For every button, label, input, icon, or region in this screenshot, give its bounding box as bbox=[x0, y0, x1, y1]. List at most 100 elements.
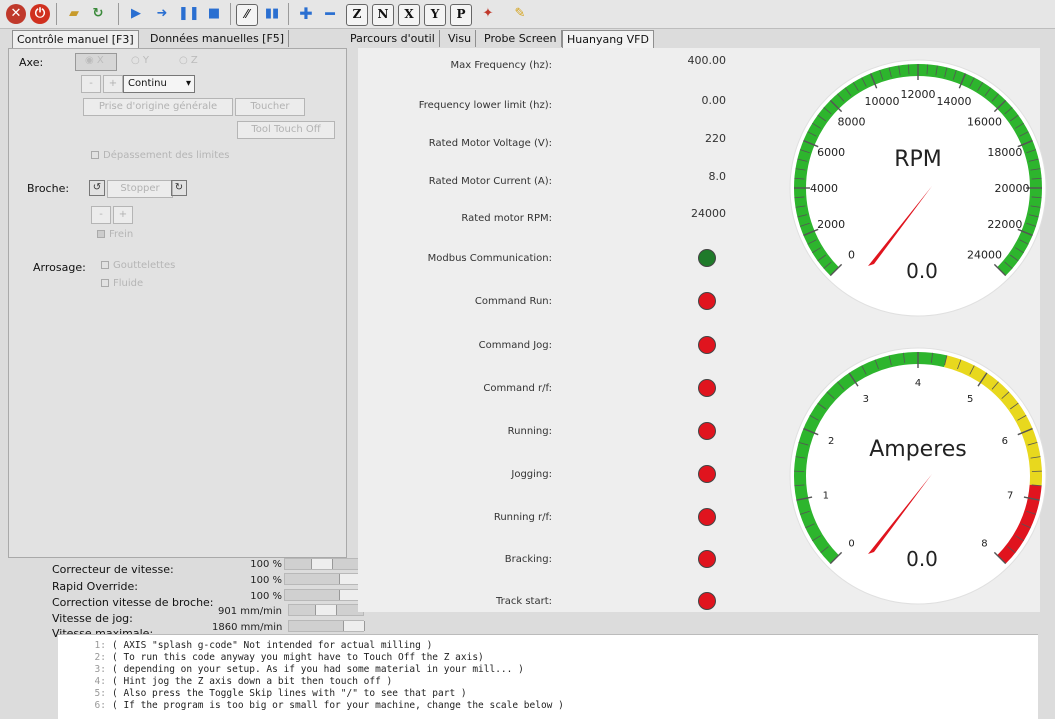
gauge-tick-label: 0 bbox=[848, 538, 854, 549]
gauge-tick-label: 22000 bbox=[987, 218, 1022, 231]
reload-icon[interactable]: ↻ bbox=[88, 4, 108, 24]
coolant-label: Arrosage: bbox=[33, 261, 86, 274]
gauge-title: Amperes bbox=[869, 437, 967, 462]
vfd-param-label: Rated motor RPM: bbox=[292, 213, 552, 224]
gauge-title: RPM bbox=[894, 147, 942, 172]
gauge-tick-label: 7 bbox=[1007, 490, 1013, 501]
gcode-line-number: 6: bbox=[88, 700, 106, 711]
zoom-out-icon[interactable]: ━ bbox=[320, 4, 340, 24]
spindle-stop-button[interactable]: Stopper bbox=[107, 180, 173, 198]
open-folder-icon[interactable]: ▰ bbox=[64, 4, 84, 24]
tab-manual-control[interactable]: Contrôle manuel [F3] bbox=[12, 30, 139, 48]
vfd-status-label: Command r/f: bbox=[292, 383, 552, 394]
run-icon[interactable]: ▶ bbox=[126, 4, 146, 24]
gcode-line[interactable]: 1: ( AXIS "splash g-code" Not intended fo… bbox=[88, 640, 432, 651]
gcode-line-text: ( Hint jog the Z axis down a bit then to… bbox=[112, 676, 392, 687]
vfd-status-led bbox=[698, 379, 716, 397]
rapid-override-value: 100 % bbox=[212, 575, 282, 586]
vfd-param-value: 24000 bbox=[666, 207, 726, 220]
vfd-status-led bbox=[698, 336, 716, 354]
max-velocity-slider[interactable] bbox=[288, 620, 364, 632]
gcode-line-number: 4: bbox=[88, 676, 106, 687]
axis-y-radio[interactable]: ○ Y bbox=[131, 55, 149, 66]
view-y-icon[interactable]: Y bbox=[424, 4, 446, 26]
spindle-ccw-icon[interactable]: ↺ bbox=[89, 180, 105, 196]
estop-icon[interactable]: ⏻ bbox=[30, 4, 50, 24]
gcode-line[interactable]: 4: ( Hint jog the Z axis down a bit then … bbox=[88, 676, 392, 687]
gcode-listing[interactable]: 1: ( AXIS "splash g-code" Not intended fo… bbox=[58, 634, 1038, 719]
tab-huanyang-vfd[interactable]: Huanyang VFD bbox=[562, 30, 654, 48]
spindle-slower-button[interactable]: - bbox=[91, 206, 111, 224]
jog-plus-button[interactable]: + bbox=[103, 75, 123, 93]
jog-minus-button[interactable]: - bbox=[81, 75, 101, 93]
pause-icon[interactable]: ❚❚ bbox=[178, 4, 198, 24]
gauge-tick-label: 18000 bbox=[987, 146, 1022, 159]
gauge-tick-label: 4000 bbox=[810, 182, 838, 195]
rapid-override-label: Rapid Override: bbox=[52, 580, 138, 593]
zoom-in-icon[interactable]: ✚ bbox=[296, 4, 316, 24]
gauge-tick-label: 2 bbox=[828, 436, 834, 447]
jog-mode-select[interactable]: Continu▾ bbox=[123, 75, 195, 93]
axis-z-radio[interactable]: ○ Z bbox=[179, 55, 198, 66]
gcode-line[interactable]: 3:( depending on your setup. As if you h… bbox=[88, 664, 524, 675]
max-velocity-value: 1860 mm/min bbox=[212, 622, 282, 633]
gauge-tick-label: 12000 bbox=[901, 88, 936, 101]
vfd-status-led bbox=[698, 249, 716, 267]
gauge-tick-label: 24000 bbox=[967, 248, 1002, 261]
gcode-line-text: ( To run this code anyway you might have… bbox=[112, 652, 484, 663]
vfd-status-led bbox=[698, 422, 716, 440]
view-x-icon[interactable]: X bbox=[398, 4, 420, 26]
gauge-tick-label: 8000 bbox=[838, 116, 866, 129]
rotate-view-icon[interactable]: ✦ bbox=[478, 4, 498, 24]
gauge-readout: 0.0 bbox=[906, 547, 938, 571]
block-delete-icon[interactable]: ⁄⁄ bbox=[236, 4, 258, 26]
vfd-status-label: Running r/f: bbox=[292, 512, 552, 523]
vfd-status-label: Track start: bbox=[292, 596, 552, 607]
tab-visu[interactable]: Visu bbox=[444, 30, 476, 47]
gcode-line-text: ( Also press the Toggle Skip lines with … bbox=[112, 688, 467, 699]
vfd-param-value: 0.00 bbox=[666, 94, 726, 107]
home-all-button[interactable]: Prise d'origine générale bbox=[83, 98, 233, 116]
step-icon[interactable]: ➜ bbox=[152, 4, 172, 24]
vfd-param-value: 220 bbox=[666, 132, 726, 145]
override-limits-checkbox[interactable]: Dépassement des limites bbox=[91, 150, 229, 161]
gcode-line[interactable]: 6:( If the program is too big or small f… bbox=[88, 700, 564, 711]
brake-checkbox[interactable]: Frein bbox=[97, 229, 133, 240]
view-z-icon[interactable]: Z bbox=[346, 4, 368, 26]
gauge-tick-label: 14000 bbox=[936, 95, 971, 108]
spindle-faster-button[interactable]: + bbox=[113, 206, 133, 224]
vfd-param-label: Rated Motor Current (A): bbox=[292, 176, 552, 187]
gcode-line[interactable]: 5:( Also press the Toggle Skip lines wit… bbox=[88, 688, 467, 699]
tab-probe-screen[interactable]: Probe Screen bbox=[480, 30, 562, 47]
vfd-status-label: Command Run: bbox=[292, 296, 552, 307]
gcode-line-number: 1: bbox=[88, 640, 106, 651]
vfd-param-label: Max Frequency (hz): bbox=[292, 60, 552, 71]
flood-checkbox[interactable]: Fluide bbox=[101, 278, 143, 289]
tab-mdi[interactable]: Données manuelles [F5] bbox=[146, 30, 289, 47]
rapid-override-slider[interactable] bbox=[284, 573, 360, 585]
mist-checkbox[interactable]: Gouttelettes bbox=[101, 260, 175, 271]
vfd-status-label: Jogging: bbox=[292, 469, 552, 480]
vfd-param-label: Frequency lower limit (hz): bbox=[292, 100, 552, 111]
tool-touch-off-button[interactable]: Tool Touch Off bbox=[237, 121, 335, 139]
gcode-line-text: ( AXIS "splash g-code" Not intended for … bbox=[112, 640, 432, 651]
amperes-gauge: 012345678Amperes0.0 bbox=[786, 344, 1050, 608]
view-perspective-icon[interactable]: P bbox=[450, 4, 472, 26]
vfd-param-value: 8.0 bbox=[666, 170, 726, 183]
gauge-tick-label: 6000 bbox=[817, 146, 845, 159]
spindle-cw-icon[interactable]: ↻ bbox=[171, 180, 187, 196]
gauge-readout: 0.0 bbox=[906, 259, 938, 283]
optional-stop-icon[interactable]: ▮▮ bbox=[262, 4, 282, 24]
spindle-label: Broche: bbox=[27, 182, 69, 195]
gcode-line[interactable]: 2:( To run this code anyway you might ha… bbox=[88, 652, 484, 663]
stop-program-icon[interactable]: ■ bbox=[204, 4, 224, 24]
toolbar: ✕ ⏻ ▰ ↻ ▶ ➜ ❚❚ ■ ⁄⁄ ▮▮ ✚ ━ Z N X Y P ✦ ✎ bbox=[0, 0, 1055, 29]
feed-override-value: 100 % bbox=[212, 559, 282, 570]
axis-x-radio[interactable]: ◉ X bbox=[85, 55, 104, 66]
stop-icon[interactable]: ✕ bbox=[6, 4, 26, 24]
gauge-tick-label: 4 bbox=[915, 378, 921, 389]
clear-plot-icon[interactable]: ✎ bbox=[510, 4, 530, 24]
gcode-line-text: ( depending on your setup. As if you had… bbox=[112, 664, 524, 675]
tab-toolpath[interactable]: Parcours d'outil bbox=[346, 30, 440, 47]
view-rotated-z-icon[interactable]: N bbox=[372, 4, 394, 26]
